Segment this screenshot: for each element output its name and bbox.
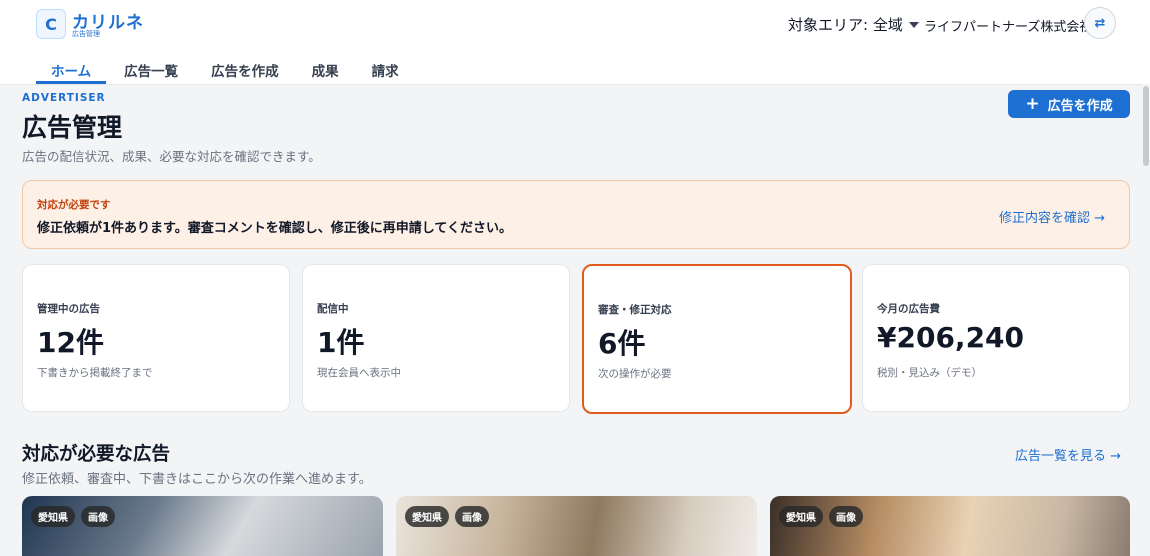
stat-note: 現在会員へ表示中 — [317, 367, 401, 379]
media-type-tag: 画像 — [829, 506, 863, 527]
page-eyebrow: ADVERTISER — [22, 92, 106, 104]
alert-label: 対応が必要です — [37, 199, 111, 211]
stat-label: 配信中 — [317, 303, 349, 315]
action-required-alert: 対応が必要です 修正依頼が1件あります。審査コメントを確認し、修正後に再申請して… — [22, 180, 1130, 249]
ad-card[interactable]: 愛知県 画像 — [396, 496, 757, 556]
tab-billing[interactable]: 請求 — [357, 60, 414, 84]
stat-value: 12件 — [37, 326, 104, 359]
region-tag: 愛知県 — [779, 506, 823, 527]
stat-card-delivering: 配信中 1件 現在会員へ表示中 — [302, 264, 570, 412]
chevron-down-icon — [908, 21, 919, 28]
tab-results[interactable]: 成果 — [297, 60, 354, 84]
tab-create-ad[interactable]: 広告を作成 — [196, 60, 294, 84]
page-scrollbar[interactable] — [1142, 84, 1150, 556]
stat-note: 税別・見込み（デモ） — [877, 367, 982, 379]
ad-card[interactable]: 愛知県 画像 — [22, 496, 383, 556]
stat-note: 下書きから掲載終了まで — [37, 367, 153, 379]
stat-card-monthly-spend: 今月の広告費 ¥206,240 税別・見込み（デモ） — [862, 264, 1130, 412]
stat-value: 6件 — [598, 327, 646, 360]
section-subtitle: 修正依頼、審査中、下書きはここから次の作業へ進めます。 — [22, 472, 372, 487]
stat-value: 1件 — [317, 326, 365, 359]
review-corrections-link[interactable]: 修正内容を確認 → — [999, 207, 1105, 226]
section-title: 対応が必要な広告 — [22, 444, 171, 465]
company-name: ライフパートナーズ株式会社 — [924, 20, 1093, 35]
stat-card-managed-ads: 管理中の広告 12件 下書きから掲載終了まで — [22, 264, 290, 412]
stat-value: ¥206,240 — [877, 321, 1025, 354]
logo-icon[interactable]: C — [36, 9, 66, 39]
alert-message: 修正依頼が1件あります。審査コメントを確認し、修正後に再申請してください。 — [37, 221, 512, 236]
tab-ad-list[interactable]: 広告一覧 — [109, 60, 193, 84]
plus-icon: + — [1025, 93, 1040, 114]
page-title: 広告管理 — [22, 113, 123, 142]
app-header: C カリルネ 広告管理 対象エリア: 全域 ライフパートナーズ株式会社 ⇄ ホー… — [0, 0, 1150, 85]
view-ad-list-link[interactable]: 広告一覧を見る → — [1015, 445, 1121, 464]
stat-label: 審査・修正対応 — [598, 304, 672, 316]
area-select-label: 対象エリア: 全域 — [788, 16, 903, 34]
media-type-tag: 画像 — [455, 506, 489, 527]
region-tag: 愛知県 — [31, 506, 75, 527]
stat-label: 今月の広告費 — [877, 303, 940, 315]
page-subtitle: 広告の配信状況、成果、必要な対応を確認できます。 — [22, 149, 321, 164]
stat-note: 次の操作が必要 — [598, 368, 672, 380]
tab-home[interactable]: ホーム — [36, 60, 107, 84]
switch-account-icon[interactable]: ⇄ — [1084, 7, 1116, 39]
create-ad-button[interactable]: + 広告を作成 — [1008, 90, 1130, 118]
stat-card-review: 審査・修正対応 6件 次の操作が必要 — [582, 264, 852, 414]
region-tag: 愛知県 — [405, 506, 449, 527]
ad-card[interactable]: 愛知県 画像 — [770, 496, 1130, 556]
media-type-tag: 画像 — [81, 506, 115, 527]
app-subtitle: 広告管理 — [72, 30, 100, 38]
area-select[interactable]: 対象エリア: 全域 — [788, 14, 919, 35]
scrollbar-thumb[interactable] — [1143, 86, 1149, 166]
create-ad-button-label: 広告を作成 — [1047, 98, 1113, 114]
main-nav: ホーム 広告一覧 広告を作成 成果 請求 — [36, 60, 417, 84]
stat-label: 管理中の広告 — [37, 303, 100, 315]
